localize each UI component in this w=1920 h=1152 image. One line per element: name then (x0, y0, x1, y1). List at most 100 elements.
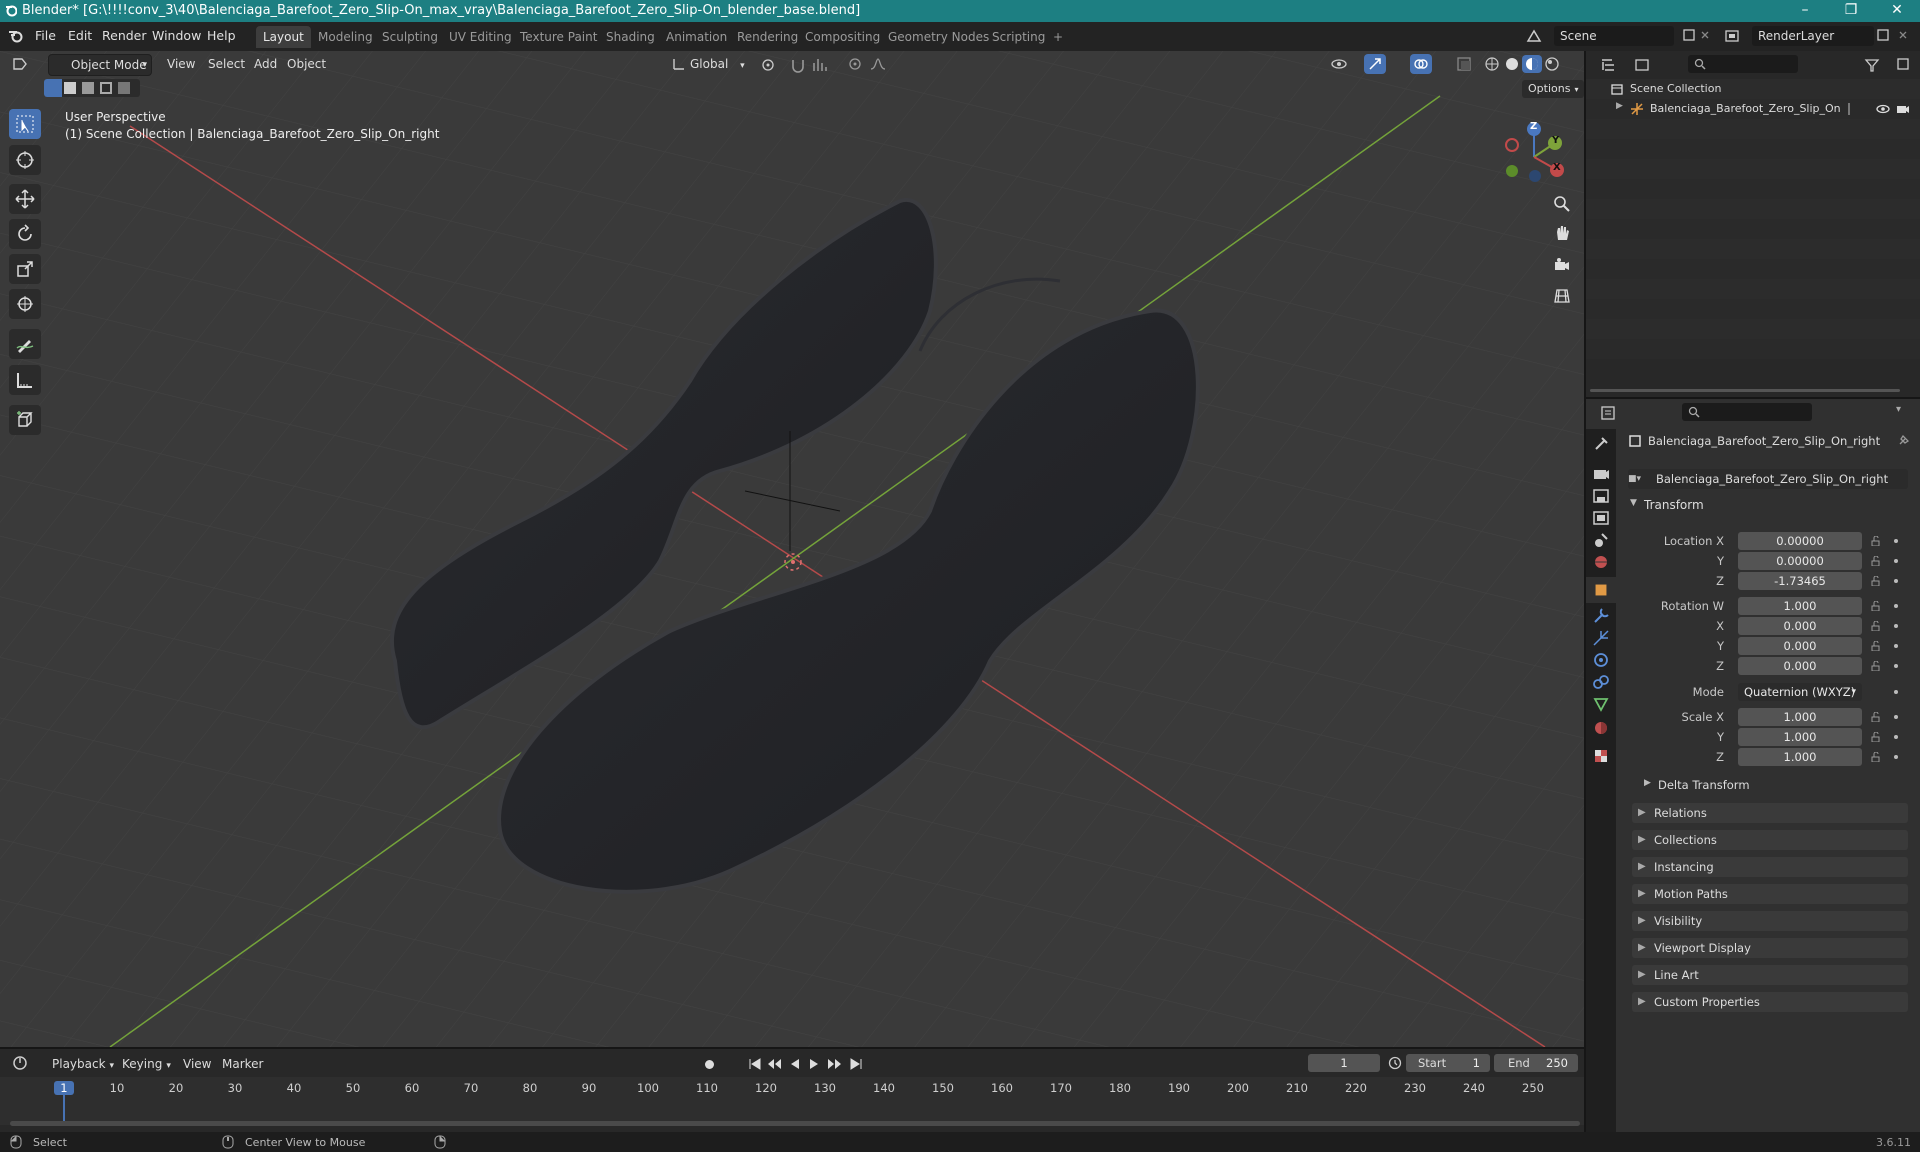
pivot-point-icon[interactable] (760, 57, 776, 73)
keyframe-dot-icon[interactable] (1894, 664, 1898, 668)
new-view-layer-icon[interactable] (1876, 28, 1890, 42)
view-layer-icon[interactable] (1724, 28, 1740, 44)
world-tab-icon[interactable] (1590, 551, 1612, 573)
keyframe-dot-icon[interactable] (1894, 755, 1898, 759)
scene-field[interactable]: Scene (1554, 26, 1674, 46)
camera-view-icon[interactable] (1553, 256, 1571, 274)
keyframe-dot-icon[interactable] (1894, 644, 1898, 648)
display-mode-icon[interactable] (1634, 57, 1652, 73)
add-workspace-button[interactable]: + (1046, 26, 1070, 48)
tab-shading[interactable]: Shading (599, 26, 662, 48)
render-tab-icon[interactable] (1590, 463, 1612, 485)
lock-icon[interactable] (1871, 601, 1881, 611)
lock-icon[interactable] (1871, 641, 1881, 651)
menu-file[interactable]: File (35, 28, 56, 43)
visibility-eye-icon[interactable] (1876, 103, 1890, 115)
select-subtract-button[interactable] (82, 82, 94, 94)
minimize-button[interactable]: – (1782, 0, 1828, 22)
select-extend-button[interactable] (64, 82, 76, 94)
lock-icon[interactable] (1871, 621, 1881, 631)
physics-tab-icon[interactable] (1590, 649, 1612, 671)
location-y-field[interactable]: 0.00000 (1738, 552, 1862, 570)
gizmo-toggle-button[interactable] (1364, 54, 1386, 74)
render-camera-icon[interactable] (1896, 103, 1910, 115)
lock-icon[interactable] (1871, 752, 1881, 762)
tool-scale[interactable] (9, 254, 41, 284)
pin-icon[interactable] (1896, 434, 1910, 448)
proportional-edit-icon[interactable] (848, 57, 862, 71)
scale-z-field[interactable]: 1.000 (1738, 748, 1862, 766)
viewport-scene[interactable] (0, 51, 1584, 1047)
select-difference-button[interactable] (100, 82, 112, 94)
viewport-menu-select[interactable]: Select (208, 54, 245, 74)
instancing-panel[interactable]: ▶ Instancing (1632, 857, 1908, 877)
xray-toggle-icon[interactable] (1456, 56, 1472, 72)
viewport-menu-object[interactable]: Object (287, 54, 326, 74)
keyframe-dot-icon[interactable] (1894, 690, 1898, 694)
menu-edit[interactable]: Edit (68, 28, 92, 43)
falloff-icon[interactable] (870, 57, 886, 71)
keyframe-dot-icon[interactable] (1894, 579, 1898, 583)
rotation-mode-dropdown[interactable]: Quaternion (WXYZ) ▾ (1738, 683, 1862, 701)
scene-icon[interactable] (1526, 28, 1542, 44)
tool-measure[interactable] (9, 365, 41, 395)
outliner-row-scene-collection[interactable]: Scene Collection (1586, 79, 1920, 99)
keyframe-dot-icon[interactable] (1894, 715, 1898, 719)
select-new-button[interactable] (44, 79, 62, 97)
lock-icon[interactable] (1871, 556, 1881, 566)
lock-icon[interactable] (1871, 712, 1881, 722)
tab-rendering[interactable]: Rendering (730, 26, 805, 48)
rotation-w-field[interactable]: 1.000 (1738, 597, 1862, 615)
rendered-shading-icon[interactable] (1544, 56, 1560, 72)
tool-rotate[interactable] (9, 219, 41, 249)
viewport-display-panel[interactable]: ▶ Viewport Display (1632, 938, 1908, 958)
tab-geometry-nodes[interactable]: Geometry Nodes (881, 26, 996, 48)
zoom-icon[interactable] (1553, 195, 1571, 213)
keyframe-dot-icon[interactable] (1894, 604, 1898, 608)
visibility-selectability-icon[interactable] (1330, 56, 1348, 72)
lock-icon[interactable] (1871, 576, 1881, 586)
tool-settings-tab-icon[interactable] (1590, 433, 1612, 455)
close-button[interactable]: ✕ (1874, 0, 1920, 22)
editor-type-icon[interactable] (12, 56, 30, 72)
keyframe-dot-icon[interactable] (1894, 559, 1898, 563)
expand-arrow-icon[interactable]: ▶ (1616, 101, 1623, 111)
custom-properties-panel[interactable]: ▶ Custom Properties (1632, 992, 1908, 1012)
transform-orientation-dropdown[interactable]: Global ▾ (672, 54, 745, 74)
3d-viewport[interactable]: Object Mode ▾ View Select Add Object Glo… (0, 51, 1584, 1047)
visibility-panel[interactable]: ▶ Visibility (1632, 911, 1908, 931)
object-data-tab-icon[interactable] (1590, 693, 1612, 715)
mode-dropdown[interactable]: Object Mode ▾ (48, 54, 152, 76)
options-dropdown[interactable]: Options ▾ (1522, 80, 1584, 98)
tab-modeling[interactable]: Modeling (311, 26, 380, 48)
rotation-x-field[interactable]: 0.000 (1738, 617, 1862, 635)
transform-panel-header[interactable]: ▼ Transform (1628, 496, 1910, 516)
datablock-browse-icon[interactable]: ■▾ (1628, 469, 1641, 489)
object-datablock-field[interactable]: ■▾ Balenciaga_Barefoot_Zero_Slip_On_righ… (1628, 469, 1908, 489)
new-collection-icon[interactable] (1896, 57, 1910, 71)
object-tab-active[interactable] (1586, 577, 1616, 603)
viewport-menu-add[interactable]: Add (254, 54, 277, 74)
scene-tab-icon[interactable] (1590, 529, 1612, 551)
scale-y-field[interactable]: 1.000 (1738, 728, 1862, 746)
location-x-field[interactable]: 0.00000 (1738, 532, 1862, 550)
outliner-scrollbar[interactable] (1590, 389, 1900, 392)
lock-icon[interactable] (1871, 661, 1881, 671)
pan-hand-icon[interactable] (1553, 224, 1571, 242)
render-layer-field[interactable]: RenderLayer (1752, 26, 1874, 46)
relations-panel[interactable]: ▶ Relations (1632, 803, 1908, 823)
tab-layout[interactable]: Layout (256, 26, 311, 48)
tab-animation[interactable]: Animation (659, 26, 734, 48)
rotation-z-field[interactable]: 0.000 (1738, 657, 1862, 675)
location-z-field[interactable]: -1.73465 (1738, 572, 1862, 590)
rotation-y-field[interactable]: 0.000 (1738, 637, 1862, 655)
delta-transform-header[interactable]: ▶ Delta Transform (1642, 776, 1908, 796)
snap-icon[interactable] (790, 57, 806, 73)
view-layer-tab-icon[interactable] (1590, 507, 1612, 529)
tab-texture-paint[interactable]: Texture Paint (513, 26, 604, 48)
tool-select-box[interactable] (9, 109, 41, 139)
menu-render[interactable]: Render (102, 28, 147, 43)
delete-view-layer-icon[interactable] (1898, 30, 1908, 40)
tab-scripting[interactable]: Scripting (985, 26, 1052, 48)
perspective-toggle-icon[interactable] (1553, 287, 1571, 305)
